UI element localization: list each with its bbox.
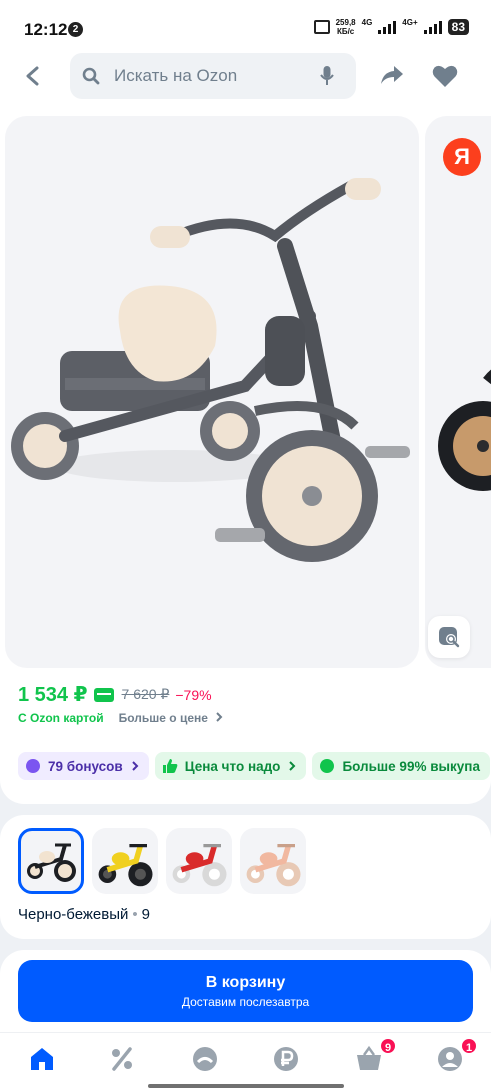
- network-speed: 259,8 КБ/с: [335, 18, 356, 36]
- add-to-cart-button[interactable]: В корзину Доставим послезавтра: [18, 960, 473, 1022]
- battery-level: 83: [447, 19, 469, 35]
- variant-tricycle-image: [172, 843, 227, 887]
- next-product-image[interactable]: Я: [425, 116, 491, 668]
- next-tricycle-preview: [438, 369, 491, 491]
- benefit-chips: 79 бонусов Цена что надо Больше 99% выку…: [18, 752, 490, 780]
- ozon-card-label: С Ozon картой: [18, 711, 104, 725]
- signal-icon: [378, 20, 397, 34]
- variant-thumb-peach[interactable]: [240, 828, 306, 894]
- buyout-chip[interactable]: Больше 99% выкупа: [312, 752, 490, 780]
- price-subrow: С Ozon картой Больше о цене: [18, 711, 223, 725]
- current-price: 1 534 ₽: [18, 684, 88, 706]
- home-indicator: [148, 1084, 344, 1088]
- microphone-icon[interactable]: [320, 66, 334, 86]
- bonus-chip[interactable]: 79 бонусов: [18, 752, 149, 780]
- chevron-right-icon: [132, 761, 139, 771]
- variant-thumb-red[interactable]: [166, 828, 232, 894]
- more-about-price-link[interactable]: Больше о цене: [119, 711, 224, 725]
- tricycle-image: [11, 178, 410, 562]
- bonus-icon: [26, 759, 40, 773]
- network-type-2: 4G+: [402, 17, 418, 27]
- variant-thumb-yellow[interactable]: [92, 828, 158, 894]
- yandex-logo: Я: [443, 138, 481, 176]
- chevron-right-icon: [289, 761, 296, 771]
- image-search-icon: [439, 627, 460, 648]
- heart-icon[interactable]: [432, 64, 458, 88]
- variant-thumb-black-beige[interactable]: [18, 828, 84, 894]
- cart-tab[interactable]: 9: [355, 1037, 397, 1073]
- selected-variant-label: Черно-бежевый • 9: [18, 906, 151, 923]
- variant-count: 9: [141, 906, 151, 923]
- product-image-gallery[interactable]: [5, 116, 419, 668]
- profile-badge: 1: [460, 1037, 478, 1055]
- buyout-icon: [320, 759, 335, 773]
- ozon-card-icon: [93, 687, 114, 702]
- chevron-right-icon: [216, 712, 223, 722]
- good-price-chip[interactable]: Цена что надо: [154, 752, 307, 780]
- notification-count-badge: 2: [68, 22, 83, 37]
- status-bar: 12:12 2 259,8 КБ/с 4G 4G+ 83: [0, 0, 491, 50]
- thumbs-up-icon: [162, 759, 178, 773]
- signal-icon-2: [423, 20, 442, 34]
- top-header: [0, 50, 491, 108]
- variant-tricycle-image: [27, 843, 76, 882]
- vibrate-icon: [313, 20, 330, 34]
- status-icons: 259,8 КБ/с 4G 4G+ 83: [313, 17, 469, 36]
- profile-tab[interactable]: 1: [436, 1037, 478, 1073]
- status-time: 12:12: [24, 20, 68, 39]
- home-icon[interactable]: [28, 1045, 56, 1073]
- back-arrow-icon[interactable]: [22, 64, 44, 88]
- discount-percent: −79%: [175, 686, 212, 703]
- fresh-icon[interactable]: [191, 1045, 219, 1073]
- image-search-button[interactable]: [428, 616, 470, 658]
- ruble-icon[interactable]: [272, 1045, 300, 1073]
- cart-action-bar: В корзину Доставим послезавтра: [0, 950, 491, 1032]
- old-price: 7 620 ₽: [121, 686, 170, 702]
- bottom-tab-bar: 9 1: [0, 1032, 491, 1090]
- cart-badge: 9: [379, 1037, 397, 1055]
- variant-tricycle-image: [246, 843, 301, 887]
- search-bar[interactable]: [70, 53, 356, 99]
- price-row: 1 534 ₽ 7 620 ₽ −79%: [18, 682, 212, 707]
- search-input[interactable]: [114, 66, 304, 86]
- search-icon: [82, 67, 100, 85]
- percent-icon[interactable]: [108, 1045, 136, 1073]
- variant-tricycle-image: [98, 843, 153, 887]
- share-icon[interactable]: [380, 64, 404, 86]
- network-type-1: 4G: [361, 17, 373, 27]
- variants-card: Черно-бежевый • 9: [0, 815, 491, 939]
